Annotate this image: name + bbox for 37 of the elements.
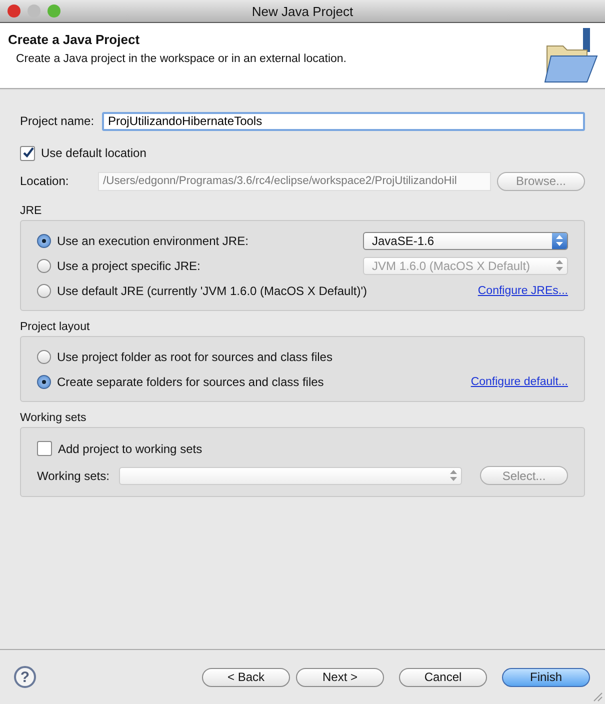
radio-label: Use a project specific JRE: [57, 258, 200, 272]
radio-label: Use project folder as root for sources and class files [57, 350, 332, 364]
checkbox[interactable] [37, 441, 52, 456]
help-button[interactable]: ? [14, 666, 36, 688]
radio-label: Create separate folders for sources and class files [57, 374, 324, 388]
dialog-button[interactable]: < Back [202, 668, 290, 686]
configure-link[interactable]: Configure JREs... [478, 284, 568, 296]
checkbox-label: Add project to working sets [58, 442, 202, 456]
page-title: Create a Java Project [8, 32, 141, 47]
zoom-button[interactable] [47, 4, 61, 18]
radio-button[interactable] [37, 284, 51, 298]
group-title: JRE [20, 205, 43, 217]
folder-icon [543, 26, 599, 86]
window-title: New Java Project [252, 4, 354, 18]
field-label: Working sets: [37, 468, 110, 482]
checkbox[interactable] [20, 146, 35, 160]
group-title: Working sets [20, 412, 88, 424]
radio-button[interactable] [37, 374, 51, 388]
radio-button[interactable] [37, 350, 51, 364]
radio-button[interactable] [37, 258, 51, 272]
radio-label: Use default JRE (currently 'JVM 1.6.0 (MacOS X Default)') [57, 284, 368, 298]
dropdown[interactable]: JavaSE-1.6 [363, 232, 568, 250]
dialog-button[interactable]: Next > [296, 668, 384, 686]
project-name-field[interactable]: ProjUtilizandoHibernateTools [102, 112, 585, 130]
resize-grip-icon [593, 692, 603, 702]
group-title: Project layout [20, 321, 91, 333]
close-button[interactable] [7, 4, 21, 18]
checkbox-label: Use default location [41, 146, 146, 160]
dialog-button[interactable]: Finish [502, 668, 590, 686]
configure-link[interactable]: Configure default... [470, 376, 568, 388]
stepper-arrows-icon [552, 232, 567, 248]
field-label: Project name: [20, 114, 96, 128]
page-description: Create a Java project in the workspace or in an external location. [15, 53, 346, 65]
radio-button[interactable] [37, 234, 51, 248]
radio-label: Use an execution environment JRE: [57, 234, 248, 248]
field-label: Location: [20, 174, 70, 188]
dialog-button[interactable]: Cancel [399, 668, 487, 686]
